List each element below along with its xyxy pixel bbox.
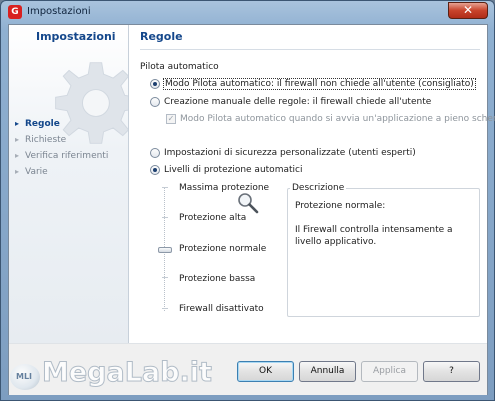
- settings-window: G Impostazioni ✕ Impostazioni ▸ Regole ▸…: [0, 0, 495, 401]
- watermark-text: MegaLab.it: [42, 357, 213, 389]
- cancel-button[interactable]: Annulla: [299, 361, 356, 382]
- sidebar-nav: ▸ Regole ▸ Richieste ▸ Verifica riferime…: [9, 117, 128, 181]
- title-bar[interactable]: G Impostazioni ✕: [1, 1, 494, 23]
- description-heading: Protezione normale:: [295, 201, 386, 211]
- sidebar-item-richieste[interactable]: ▸ Richieste: [9, 133, 128, 147]
- page-title: Regole: [140, 30, 183, 43]
- arrow-right-icon: ▸: [15, 167, 20, 176]
- window-title: Impostazioni: [27, 6, 91, 17]
- main-panel: Regole Pilota automatico Modo Pilota aut…: [130, 25, 495, 343]
- level-label: Firewall disattivato: [179, 304, 264, 314]
- sidebar: Impostazioni ▸ Regole ▸ Richieste ▸ Veri…: [9, 25, 129, 343]
- radio-auto-levels[interactable]: [150, 165, 160, 175]
- option-manual-rules[interactable]: Creazione manuale delle regole: il firew…: [150, 95, 431, 109]
- watermark-badge-text: MLI: [16, 372, 33, 381]
- ok-button[interactable]: OK: [237, 361, 294, 382]
- help-button[interactable]: ?: [423, 361, 480, 382]
- option-custom-settings[interactable]: Impostazioni di sicurezza personalizzate…: [150, 146, 416, 160]
- watermark-badge: MLI: [10, 364, 40, 390]
- option-fullscreen-label: Modo Pilota automatico quando si avvia u…: [180, 114, 495, 124]
- description-legend: Descrizione: [290, 183, 347, 193]
- option-auto-levels[interactable]: Livelli di protezione automatici: [150, 163, 302, 177]
- slider-tick: [162, 308, 168, 309]
- group-label: Pilota automatico: [140, 62, 219, 72]
- sidebar-item-label: Verifica riferimenti: [25, 151, 109, 161]
- arrow-right-icon: ▸: [15, 119, 20, 128]
- option-custom-settings-label: Impostazioni di sicurezza personalizzate…: [164, 148, 416, 158]
- divider: [140, 49, 480, 50]
- slider-thumb[interactable]: [158, 247, 172, 253]
- checkbox-fullscreen[interactable]: ✓: [166, 114, 176, 124]
- slider-tick: [162, 217, 168, 218]
- apply-button[interactable]: Applica: [361, 361, 418, 382]
- magnifier-icon: [238, 193, 259, 214]
- option-auto-pilot-label: Modo Pilota automatico: il firewall non …: [163, 78, 476, 90]
- option-auto-levels-label: Livelli di protezione automatici: [164, 165, 303, 175]
- level-label: Protezione bassa: [179, 274, 256, 284]
- dialog-body: Impostazioni ▸ Regole ▸ Richieste ▸ Veri…: [8, 24, 495, 395]
- sidebar-item-label: Regole: [25, 119, 60, 129]
- protection-level-slider[interactable]: Massima protezione Protezione alta Prote…: [158, 183, 278, 318]
- sidebar-item-label: Richieste: [25, 135, 67, 145]
- slider-tick: [162, 277, 168, 278]
- radio-auto-pilot[interactable]: [150, 79, 160, 89]
- sidebar-item-regole[interactable]: ▸ Regole: [9, 117, 128, 131]
- sidebar-title: Impostazioni: [36, 30, 116, 43]
- option-manual-rules-label: Creazione manuale delle regole: il firew…: [164, 97, 432, 107]
- sidebar-item-verifica-riferimenti[interactable]: ▸ Verifica riferimenti: [9, 149, 128, 163]
- watermark-logo: MLI MegaLab.it: [6, 352, 212, 394]
- sidebar-item-varie[interactable]: ▸ Varie: [9, 165, 128, 179]
- description-text: Il Firewall controlla intensamente a liv…: [295, 225, 453, 247]
- radio-custom-settings[interactable]: [150, 148, 160, 158]
- option-auto-pilot-fullscreen[interactable]: ✓ Modo Pilota automatico quando si avvia…: [166, 112, 495, 126]
- option-auto-pilot[interactable]: Modo Pilota automatico: il firewall non …: [150, 77, 476, 91]
- sidebar-item-label: Varie: [25, 167, 48, 177]
- arrow-right-icon: ▸: [15, 135, 20, 144]
- arrow-right-icon: ▸: [15, 151, 20, 160]
- radio-manual-rules[interactable]: [150, 97, 160, 107]
- slider-tick: [162, 187, 168, 188]
- close-button[interactable]: ✕: [448, 2, 488, 19]
- app-shield-icon: G: [8, 5, 22, 19]
- level-label: Protezione normale: [179, 244, 267, 254]
